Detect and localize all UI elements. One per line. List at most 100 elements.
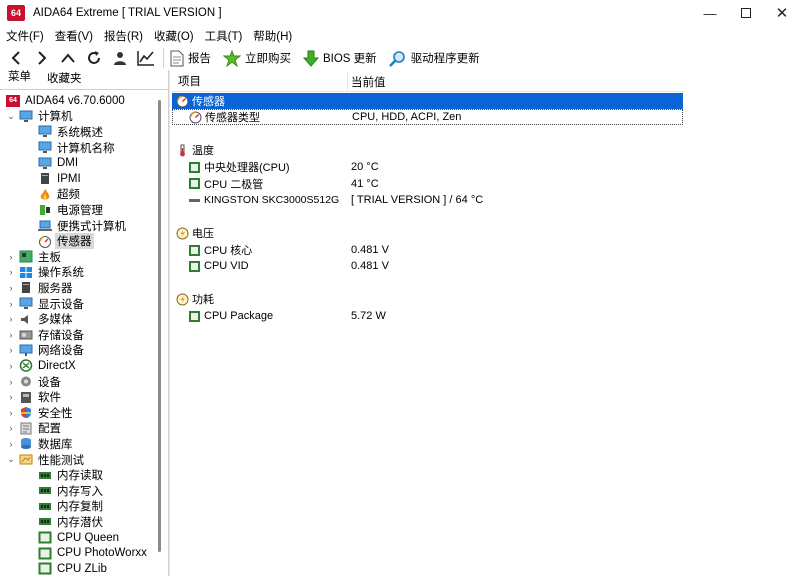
- column-value[interactable]: 当前值: [348, 74, 386, 90]
- section-power[interactable]: 功耗: [172, 291, 214, 307]
- tree-item-security[interactable]: › 安全性: [6, 405, 75, 421]
- refresh-button[interactable]: [81, 47, 107, 69]
- maximize-button[interactable]: [728, 0, 764, 26]
- row-temp-cpu[interactable]: 中央处理器(CPU) 20 °C: [172, 159, 379, 175]
- row-power-cpu-package[interactable]: CPU Package 5.72 W: [172, 308, 386, 324]
- magnifier-icon: [388, 50, 407, 67]
- tree-item-devices[interactable]: › 设备: [6, 374, 63, 390]
- tree-scrollbar[interactable]: [157, 92, 163, 554]
- chevron-right-icon[interactable]: ›: [6, 377, 16, 387]
- chevron-right-icon[interactable]: ›: [6, 267, 16, 277]
- panel-splitter[interactable]: [168, 70, 170, 576]
- details-panel: 项目 当前值 传感器 传感器类型 CPU, HDD, ACPI, Zen 温度 …: [172, 70, 800, 576]
- chevron-right-icon[interactable]: ›: [6, 392, 16, 402]
- tree-item-cpu-queen[interactable]: CPU Queen: [38, 530, 121, 546]
- tree-item-os[interactable]: › 操作系统: [6, 265, 86, 281]
- row-temp-cpu-diode[interactable]: CPU 二极管 41 °C: [172, 176, 379, 192]
- chevron-right-icon[interactable]: ›: [6, 252, 16, 262]
- server-icon: [19, 281, 33, 294]
- cpu-chip-icon: [38, 562, 52, 575]
- tree-item-server[interactable]: › 服务器: [6, 280, 75, 296]
- chevron-down-icon[interactable]: ⌄: [6, 111, 16, 122]
- chevron-right-icon[interactable]: ›: [6, 330, 16, 340]
- tree-item-memory-copy[interactable]: 内存复制: [38, 499, 105, 515]
- report-button[interactable]: 报告: [170, 50, 211, 67]
- directx-icon: [19, 359, 33, 373]
- tree-item-software[interactable]: › 软件: [6, 389, 63, 405]
- tree-item-overclock[interactable]: 超频: [38, 187, 82, 203]
- section-voltage[interactable]: 电压: [172, 225, 214, 241]
- navigation-tree: 64 AIDA64 v6.70.6000 ⌄ 计算机 系统概述 计算机名称 DM…: [0, 92, 158, 576]
- cpu-chip-icon: [188, 244, 201, 257]
- bios-update-button[interactable]: BIOS 更新: [303, 50, 377, 67]
- buy-now-button[interactable]: 立即购买: [223, 49, 291, 67]
- tree-item-directx[interactable]: › DirectX: [6, 358, 78, 374]
- up-button[interactable]: [55, 47, 81, 69]
- toolbar-separator: [163, 48, 164, 68]
- scrollbar-thumb[interactable]: [158, 100, 161, 552]
- tree-item-computer[interactable]: ⌄ 计算机: [6, 109, 75, 125]
- chevron-right-icon[interactable]: ›: [6, 345, 16, 355]
- window-title: AIDA64 Extreme [ TRIAL VERSION ]: [33, 7, 222, 19]
- column-item[interactable]: 项目: [172, 71, 348, 92]
- chevron-right-icon[interactable]: ›: [6, 314, 16, 324]
- menu-view[interactable]: 查看(V): [55, 28, 93, 44]
- tree-item-database[interactable]: › 数据库: [6, 436, 75, 452]
- chevron-right-icon[interactable]: ›: [6, 408, 16, 418]
- title-bar: 64 AIDA64 Extreme [ TRIAL VERSION ] — ✕: [0, 0, 800, 26]
- section-sensor[interactable]: 传感器: [172, 93, 683, 109]
- tree-item-computer-name[interactable]: 计算机名称: [38, 140, 117, 156]
- menu-report[interactable]: 报告(R): [104, 28, 143, 44]
- monitor-icon: [19, 297, 33, 310]
- driver-update-button[interactable]: 驱动程序更新: [388, 50, 480, 67]
- back-button[interactable]: [3, 47, 29, 69]
- row-temp-ssd[interactable]: KINGSTON SKC3000S512G [ TRIAL VERSION ] …: [172, 192, 483, 208]
- tab-menu[interactable]: 菜单: [0, 68, 39, 89]
- tree-item-memory-read[interactable]: 内存读取: [38, 467, 105, 483]
- chart-button[interactable]: [133, 47, 159, 69]
- chevron-right-icon[interactable]: ›: [6, 361, 16, 371]
- tree-item-power-management[interactable]: 电源管理: [38, 202, 105, 218]
- chevron-down-icon[interactable]: ⌄: [6, 454, 16, 465]
- tree-item-memory-write[interactable]: 内存写入: [38, 483, 105, 499]
- toolbar: 报告 立即购买 BIOS 更新 驱动程序更新: [0, 46, 800, 70]
- menu-file[interactable]: 文件(F): [6, 28, 44, 44]
- tree-item-dmi[interactable]: DMI: [38, 155, 80, 171]
- tree-item-root[interactable]: 64 AIDA64 v6.70.6000: [6, 93, 127, 109]
- tree-item-ipmi[interactable]: IPMI: [38, 171, 83, 187]
- tree-item-memory-latency[interactable]: 内存潜伏: [38, 514, 105, 530]
- refresh-icon: [88, 51, 100, 64]
- tree-item-cpu-photoworxx[interactable]: CPU PhotoWorxx: [38, 545, 149, 561]
- tree-item-display[interactable]: › 显示设备: [6, 296, 86, 312]
- column-header: 项目 当前值: [172, 71, 684, 92]
- menu-favorites[interactable]: 收藏(O): [154, 28, 194, 44]
- tree-item-network[interactable]: › 网络设备: [6, 343, 86, 359]
- chevron-right-icon[interactable]: ›: [6, 283, 16, 293]
- computer-icon: [19, 110, 33, 123]
- row-sensor-type[interactable]: 传感器类型 CPU, HDD, ACPI, Zen: [172, 109, 683, 125]
- chevron-right-icon[interactable]: ›: [6, 423, 16, 433]
- chevron-right-icon[interactable]: ›: [6, 299, 16, 309]
- tree-item-sensor[interactable]: 传感器: [38, 233, 94, 250]
- menu-help[interactable]: 帮助(H): [253, 28, 292, 44]
- tree-item-multimedia[interactable]: › 多媒体: [6, 311, 75, 327]
- tab-favorites[interactable]: 收藏夹: [39, 70, 90, 89]
- ram-icon: [38, 515, 52, 528]
- section-temperature[interactable]: 温度: [172, 142, 214, 158]
- user-button[interactable]: [107, 47, 133, 69]
- tree-item-portable-computer[interactable]: 便携式计算机: [38, 218, 128, 234]
- close-button[interactable]: ✕: [764, 0, 800, 26]
- row-volt-cpu-vid[interactable]: CPU VID 0.481 V: [172, 258, 389, 274]
- tree-item-system-summary[interactable]: 系统概述: [38, 124, 105, 140]
- tree-item-config[interactable]: › 配置: [6, 421, 63, 437]
- menu-tools[interactable]: 工具(T): [205, 28, 243, 44]
- tree-item-benchmark[interactable]: ⌄ 性能测试: [6, 452, 86, 468]
- laptop-icon: [38, 219, 52, 232]
- row-volt-cpu-core[interactable]: CPU 核心 0.481 V: [172, 242, 389, 258]
- minimize-button[interactable]: —: [692, 0, 728, 26]
- forward-button[interactable]: [29, 47, 55, 69]
- tree-item-motherboard[interactable]: › 主板: [6, 249, 63, 265]
- tree-item-cpu-zlib[interactable]: CPU ZLib: [38, 561, 109, 576]
- chevron-right-icon[interactable]: ›: [6, 439, 16, 449]
- tree-item-storage[interactable]: › 存储设备: [6, 327, 86, 343]
